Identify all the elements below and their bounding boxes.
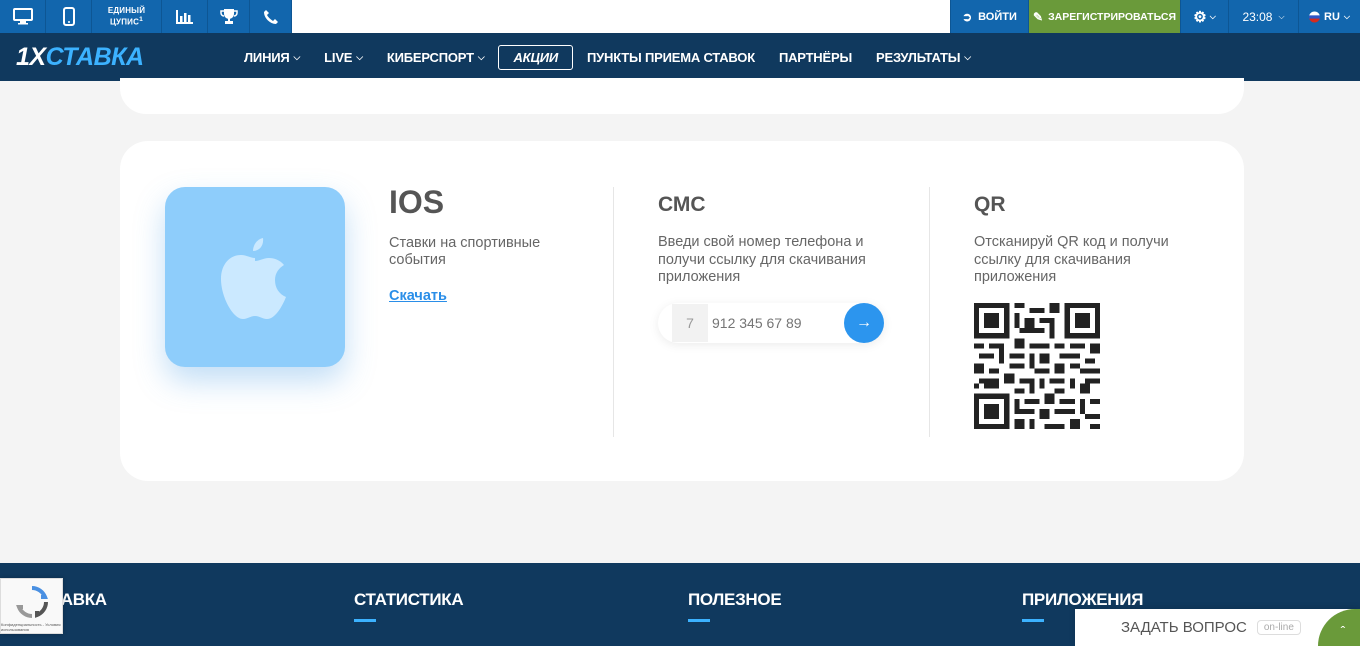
phone-icon	[263, 9, 278, 24]
register-button[interactable]: ✎ ЗАРЕГИСТРИРОВАТЬСЯ	[1028, 0, 1180, 33]
login-button[interactable]: ➲ ВОЙТИ	[950, 0, 1028, 33]
chevron-down-icon: ⌵	[1343, 11, 1350, 21]
login-label: ВОЙТИ	[978, 10, 1017, 23]
mobile-version-button[interactable]	[46, 0, 92, 33]
tournaments-button[interactable]	[208, 0, 250, 33]
ios-download-link[interactable]: Скачать	[389, 288, 447, 304]
nav-item-betting-points[interactable]: ПУНКТЫ ПРИЕМА СТАВОК	[575, 33, 767, 81]
top-right-actions: ➲ ВОЙТИ ✎ ЗАРЕГИСТРИРОВАТЬСЯ ⚙ ⌵ 23:08 ⌵…	[950, 0, 1360, 33]
country-code[interactable]: 7	[672, 304, 708, 342]
apple-icon	[221, 238, 286, 319]
cupis-sup: 1	[139, 16, 143, 24]
main-navigation: 1XСТАВКА ЛИНИЯ ⌵ LIVE ⌵ КИБЕРСПОРТ ⌵ АКЦ…	[0, 33, 1360, 81]
send-sms-button[interactable]: →	[844, 303, 884, 343]
language-value: RU	[1324, 10, 1340, 23]
desktop-icon	[12, 8, 33, 25]
nav-item-live[interactable]: LIVE ⌵	[312, 33, 375, 81]
time-dropdown[interactable]: 23:08 ⌵	[1228, 0, 1298, 33]
unified-cupis-button[interactable]: ЕДИНЫЙ ЦУПИС1	[92, 0, 162, 33]
flag-ru-icon	[1309, 10, 1321, 23]
recaptcha-badge[interactable]: Конфиденциальность - Условия использован…	[0, 578, 63, 634]
footer-col-title: ПРИЛОЖЕНИЯ	[1022, 590, 1144, 609]
previous-section-card	[120, 78, 1244, 114]
nav-item-label: ПАРТНЁРЫ	[778, 49, 852, 65]
gear-icon: ⚙	[1193, 8, 1207, 26]
recaptcha-text: Конфиденциальность - Условия использован…	[1, 622, 61, 632]
footer-col-underline	[1022, 619, 1044, 622]
recaptcha-icon	[15, 586, 48, 618]
trophy-icon	[219, 9, 238, 24]
footer-col-underline	[354, 619, 376, 622]
column-divider	[929, 187, 930, 437]
phone-form: 7 →	[658, 303, 884, 343]
login-icon: ➲	[962, 9, 973, 24]
nav-menu: ЛИНИЯ ⌵ LIVE ⌵ КИБЕРСПОРТ ⌵ АКЦИИ ПУНКТЫ…	[232, 33, 983, 81]
expand-chat-button[interactable]: ˆ	[1318, 609, 1360, 646]
statistics-button[interactable]	[162, 0, 208, 33]
double-chevron-up-icon: ˆ	[1340, 622, 1346, 639]
phone-input[interactable]	[708, 314, 838, 332]
ask-question-widget[interactable]: ЗАДАТЬ ВОПРОС on-line ˆ	[1075, 609, 1360, 646]
edit-icon: ✎	[1033, 9, 1044, 24]
nav-item-label: LIVE	[324, 49, 353, 65]
phone-contact-button[interactable]	[250, 0, 292, 33]
nav-item-label: КИБЕРСПОРТ	[386, 49, 474, 65]
nav-item-line[interactable]: ЛИНИЯ ⌵	[232, 33, 312, 81]
nav-item-promotions[interactable]: АКЦИИ	[498, 44, 574, 70]
logo-prefix: 1X	[16, 43, 46, 71]
ask-question-label: ЗАДАТЬ ВОПРОС	[1121, 619, 1247, 636]
logo-rest: СТАВКА	[45, 43, 144, 71]
online-status-badge: on-line	[1256, 620, 1301, 635]
settings-dropdown[interactable]: ⚙ ⌵	[1180, 0, 1228, 33]
sms-title: СМС	[658, 193, 706, 216]
chevron-down-icon: ⌵	[356, 51, 363, 62]
qr-title: QR	[974, 193, 1006, 216]
cupis-line2-text: ЦУПИС	[109, 17, 140, 27]
site-logo[interactable]: 1XСТАВКА	[16, 43, 144, 72]
nav-item-label: РЕЗУЛЬТАТЫ	[876, 49, 961, 65]
footer-col-useful: ПОЛЕЗНОЕ	[688, 590, 782, 622]
column-divider	[613, 187, 614, 437]
qr-code-image	[974, 303, 1100, 429]
footer-col-title: ПОЛЕЗНОЕ	[688, 590, 782, 609]
chevron-down-icon: ⌵	[293, 51, 301, 62]
ios-app-tile[interactable]	[165, 187, 345, 367]
qr-description: Отсканируй QR код и получи ссылку для ск…	[974, 234, 1169, 285]
ios-description: Ставки на спортивные события	[389, 235, 541, 268]
mobile-icon	[62, 7, 75, 26]
cupis-line1: ЕДИНЫЙ	[107, 6, 146, 16]
footer-col-title: СТАТИСТИКА	[354, 590, 464, 609]
cupis-line2: ЦУПИС1	[110, 15, 143, 27]
footer-col-underline	[688, 619, 710, 622]
nav-item-results[interactable]: РЕЗУЛЬТАТЫ ⌵	[864, 33, 983, 81]
top-icon-group: ЕДИНЫЙ ЦУПИС1	[0, 0, 292, 33]
nav-item-label: ЛИНИЯ	[244, 49, 290, 65]
statistics-icon	[176, 9, 193, 24]
app-download-card: IOS Ставки на спортивные события Скачать…	[120, 141, 1244, 481]
chevron-down-icon: ⌵	[477, 51, 485, 62]
chevron-down-icon: ⌵	[1278, 11, 1285, 21]
arrow-right-icon: →	[856, 314, 872, 331]
nav-item-label: АКЦИИ	[513, 49, 559, 65]
top-utility-bar: ЕДИНЫЙ ЦУПИС1 ➲ ВОЙТИ ✎ ЗАРЕГИСТРИРОВАТЬ…	[0, 0, 1360, 33]
ios-title: IOS	[389, 184, 445, 220]
footer-col-statistics: СТАТИСТИКА	[354, 590, 464, 622]
nav-item-esports[interactable]: КИБЕРСПОРТ ⌵	[375, 33, 497, 81]
time-value: 23:08	[1242, 9, 1273, 24]
chevron-down-icon: ⌵	[1209, 11, 1216, 21]
register-label: ЗАРЕГИСТРИРОВАТЬСЯ	[1048, 10, 1176, 23]
chevron-down-icon: ⌵	[964, 51, 971, 62]
nav-item-partners[interactable]: ПАРТНЁРЫ	[767, 33, 864, 81]
desktop-version-button[interactable]	[0, 0, 46, 33]
sms-description: Введи свой номер телефона и получи ссылк…	[658, 234, 866, 285]
nav-item-label: ПУНКТЫ ПРИЕМА СТАВОК	[587, 49, 755, 65]
language-dropdown[interactable]: RU ⌵	[1298, 0, 1360, 33]
